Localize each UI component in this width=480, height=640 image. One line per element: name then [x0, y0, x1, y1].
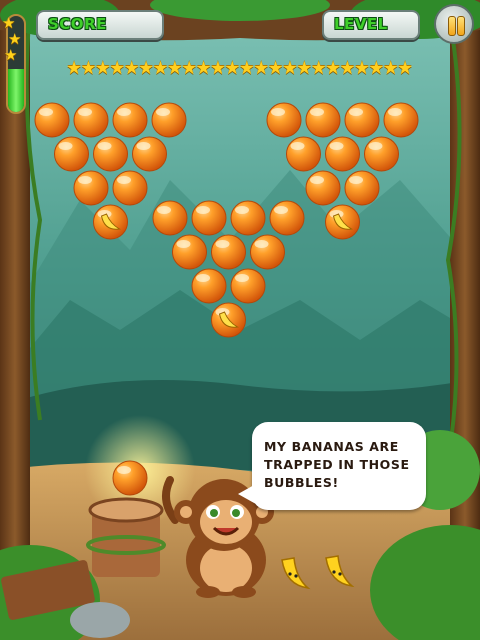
banana-character — [281, 557, 311, 590]
characters-layer — [162, 476, 355, 598]
speech-text: MY BANANAS ARE TRAPPED IN THOSE BUBBLES! — [264, 439, 410, 490]
game-screen: SCORE LEVEL ★ ★ ★ ★★★★★★★★★★★★★★★★★★★★★★★★ — [0, 0, 480, 640]
banana-character — [325, 555, 355, 588]
speech-bubble: MY BANANAS ARE TRAPPED IN THOSE BUBBLES! — [238, 422, 426, 510]
speech-bubble-tail — [238, 484, 256, 504]
